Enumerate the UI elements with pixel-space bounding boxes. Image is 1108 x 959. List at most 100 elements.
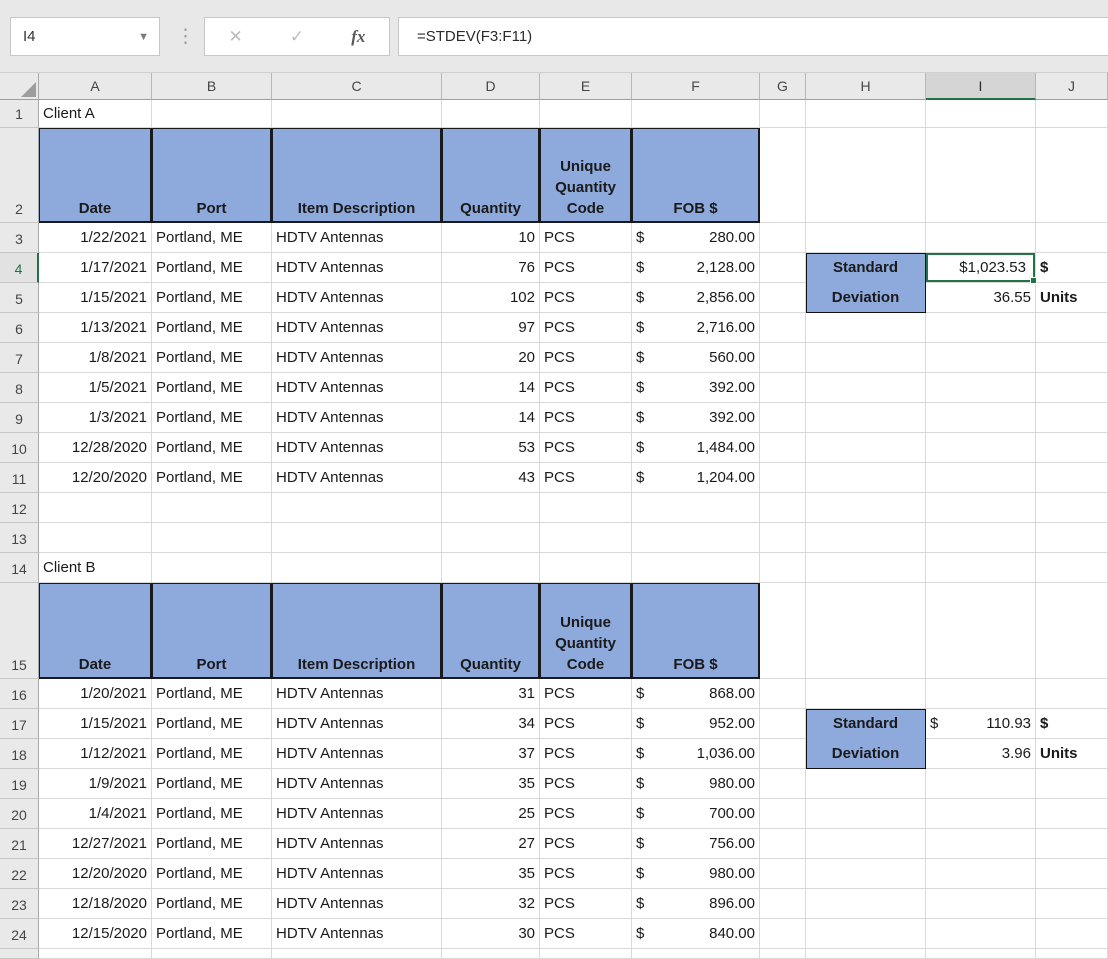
cell-I4[interactable]: $1,023.53 xyxy=(926,253,1036,283)
cell-H19[interactable] xyxy=(806,769,926,799)
cell-I11[interactable] xyxy=(926,463,1036,493)
cell-J25[interactable] xyxy=(1036,949,1108,959)
cell-F6[interactable]: $2,716.00 xyxy=(632,313,760,343)
cell-I1[interactable] xyxy=(926,100,1036,128)
cell-H13[interactable] xyxy=(806,523,926,553)
cell-D25[interactable] xyxy=(442,949,540,959)
cell-I2[interactable] xyxy=(926,128,1036,223)
cell-H6[interactable] xyxy=(806,313,926,343)
cell-D8[interactable]: 14 xyxy=(442,373,540,403)
cell-B12[interactable] xyxy=(152,493,272,523)
cell-B24[interactable]: Portland, ME xyxy=(152,919,272,949)
cell-C23[interactable]: HDTV Antennas xyxy=(272,889,442,919)
cell-F3[interactable]: $280.00 xyxy=(632,223,760,253)
cell-C1[interactable] xyxy=(272,100,442,128)
cell-J5[interactable]: Units xyxy=(1036,283,1108,313)
cell-C19[interactable]: HDTV Antennas xyxy=(272,769,442,799)
cell-E20[interactable]: PCS xyxy=(540,799,632,829)
cell-B8[interactable]: Portland, ME xyxy=(152,373,272,403)
cell-F1[interactable] xyxy=(632,100,760,128)
row-header-4[interactable]: 4 xyxy=(0,253,39,283)
cell-F24[interactable]: $840.00 xyxy=(632,919,760,949)
cell-D22[interactable]: 35 xyxy=(442,859,540,889)
cell-C12[interactable] xyxy=(272,493,442,523)
cell-E11[interactable]: PCS xyxy=(540,463,632,493)
cell-J4[interactable]: $ xyxy=(1036,253,1108,283)
cell-C11[interactable]: HDTV Antennas xyxy=(272,463,442,493)
cell-J14[interactable] xyxy=(1036,553,1108,583)
cell-C22[interactable]: HDTV Antennas xyxy=(272,859,442,889)
column-header-D[interactable]: D xyxy=(442,73,540,100)
cell-F4[interactable]: $2,128.00 xyxy=(632,253,760,283)
cell-E25[interactable] xyxy=(540,949,632,959)
cell-J13[interactable] xyxy=(1036,523,1108,553)
cell-D6[interactable]: 97 xyxy=(442,313,540,343)
cell-I3[interactable] xyxy=(926,223,1036,253)
row-header-6[interactable]: 6 xyxy=(0,313,39,343)
cell-E23[interactable]: PCS xyxy=(540,889,632,919)
cell-H7[interactable] xyxy=(806,343,926,373)
row-header-7[interactable]: 7 xyxy=(0,343,39,373)
cell-H2[interactable] xyxy=(806,128,926,223)
cell-D3[interactable]: 10 xyxy=(442,223,540,253)
cell-D2[interactable]: Quantity xyxy=(442,128,540,223)
cell-H16[interactable] xyxy=(806,679,926,709)
cell-F16[interactable]: $868.00 xyxy=(632,679,760,709)
cell-B11[interactable]: Portland, ME xyxy=(152,463,272,493)
cell-C2[interactable]: Item Description xyxy=(272,128,442,223)
cell-G9[interactable] xyxy=(760,403,806,433)
cell-H11[interactable] xyxy=(806,463,926,493)
cell-F20[interactable]: $700.00 xyxy=(632,799,760,829)
cell-I20[interactable] xyxy=(926,799,1036,829)
cell-I14[interactable] xyxy=(926,553,1036,583)
cell-H15[interactable] xyxy=(806,583,926,679)
row-header-2[interactable]: 2 xyxy=(0,128,39,223)
cell-B7[interactable]: Portland, ME xyxy=(152,343,272,373)
cell-E3[interactable]: PCS xyxy=(540,223,632,253)
cell-J24[interactable] xyxy=(1036,919,1108,949)
cell-G1[interactable] xyxy=(760,100,806,128)
cell-F19[interactable]: $980.00 xyxy=(632,769,760,799)
cell-E19[interactable]: PCS xyxy=(540,769,632,799)
cell-I16[interactable] xyxy=(926,679,1036,709)
cell-A10[interactable]: 12/28/2020 xyxy=(39,433,152,463)
cell-J21[interactable] xyxy=(1036,829,1108,859)
column-header-A[interactable]: A xyxy=(39,73,152,100)
cell-E18[interactable]: PCS xyxy=(540,739,632,769)
cell-G16[interactable] xyxy=(760,679,806,709)
cell-F8[interactable]: $392.00 xyxy=(632,373,760,403)
cell-H10[interactable] xyxy=(806,433,926,463)
cell-I22[interactable] xyxy=(926,859,1036,889)
cell-B10[interactable]: Portland, ME xyxy=(152,433,272,463)
row-header-13[interactable]: 13 xyxy=(0,523,39,553)
cell-B21[interactable]: Portland, ME xyxy=(152,829,272,859)
row-header-11[interactable]: 11 xyxy=(0,463,39,493)
cell-F2[interactable]: FOB $ xyxy=(632,128,760,223)
cell-D16[interactable]: 31 xyxy=(442,679,540,709)
cell-C18[interactable]: HDTV Antennas xyxy=(272,739,442,769)
cell-G3[interactable] xyxy=(760,223,806,253)
cell-H3[interactable] xyxy=(806,223,926,253)
cell-B25[interactable] xyxy=(152,949,272,959)
cell-E6[interactable]: PCS xyxy=(540,313,632,343)
cell-B16[interactable]: Portland, ME xyxy=(152,679,272,709)
cell-A5[interactable]: 1/15/2021 xyxy=(39,283,152,313)
cell-B5[interactable]: Portland, ME xyxy=(152,283,272,313)
cell-A24[interactable]: 12/15/2020 xyxy=(39,919,152,949)
cell-J15[interactable] xyxy=(1036,583,1108,679)
row-header-24[interactable]: 24 xyxy=(0,919,39,949)
cell-D23[interactable]: 32 xyxy=(442,889,540,919)
cell-C20[interactable]: HDTV Antennas xyxy=(272,799,442,829)
cell-D15[interactable]: Quantity xyxy=(442,583,540,679)
cell-H1[interactable] xyxy=(806,100,926,128)
column-header-F[interactable]: F xyxy=(632,73,760,100)
cell-I21[interactable] xyxy=(926,829,1036,859)
cell-F23[interactable]: $896.00 xyxy=(632,889,760,919)
cell-B6[interactable]: Portland, ME xyxy=(152,313,272,343)
cell-C14[interactable] xyxy=(272,553,442,583)
cell-G15[interactable] xyxy=(760,583,806,679)
column-header-E[interactable]: E xyxy=(540,73,632,100)
cell-F5[interactable]: $2,856.00 xyxy=(632,283,760,313)
cell-J16[interactable] xyxy=(1036,679,1108,709)
cell-D7[interactable]: 20 xyxy=(442,343,540,373)
